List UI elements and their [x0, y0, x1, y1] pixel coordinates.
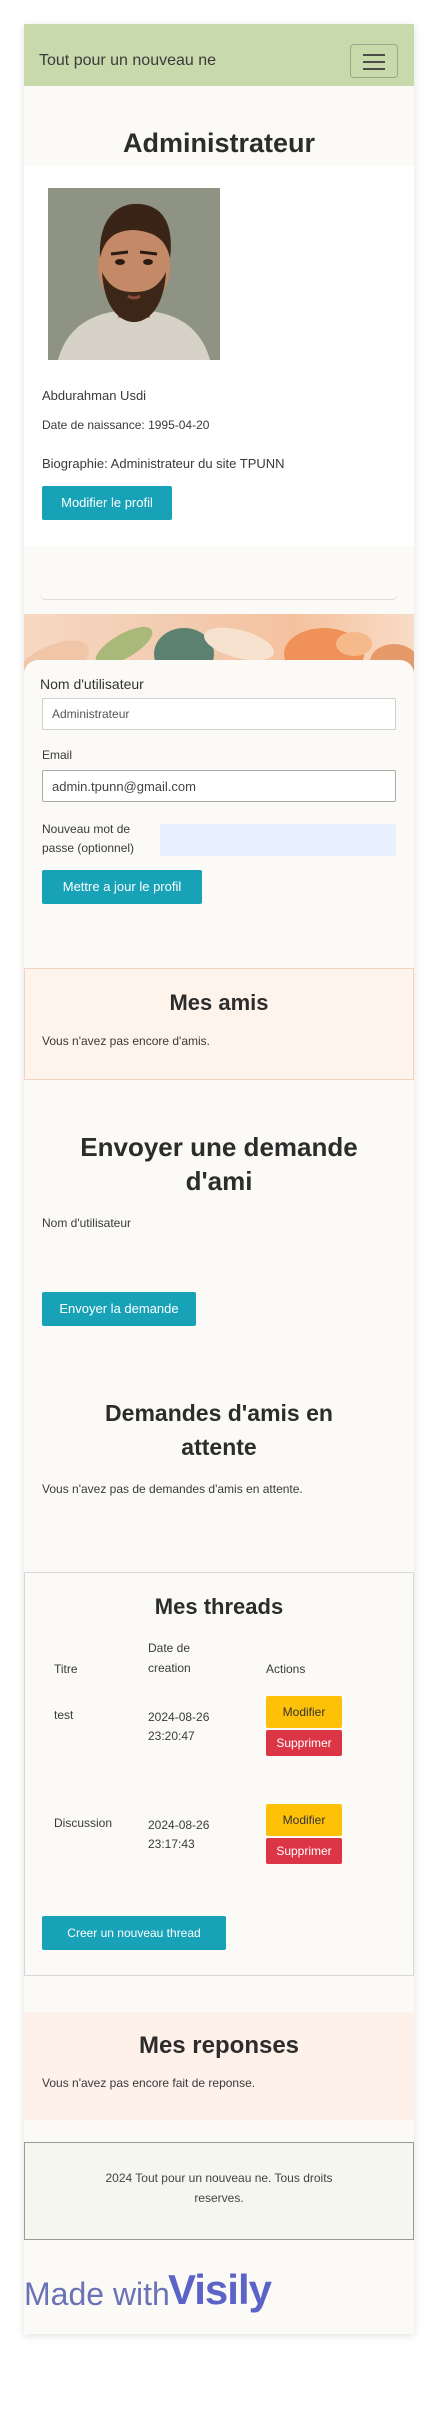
thread-row-date: 2024-08-26 23:17:43	[148, 1816, 209, 1854]
replies-empty-message: Vous n'avez pas encore fait de reponse.	[42, 2076, 256, 2090]
column-header-date: Date de creation	[148, 1638, 191, 1678]
pending-title-line-1: Demandes d'amis en	[105, 1400, 333, 1426]
avatar	[48, 188, 220, 360]
username-input[interactable]: Administrateur	[42, 698, 396, 730]
column-header-date-line-2: creation	[148, 1661, 191, 1675]
send-request-button[interactable]: Envoyer la demande	[42, 1292, 196, 1326]
send-request-title-line-2: d'ami	[185, 1166, 253, 1196]
threads-title: Mes threads	[154, 1594, 284, 1619]
password-label: Nouveau mot de passe (optionnel)	[42, 820, 134, 858]
pending-requests-title: Demandes d'amis en attente	[24, 1396, 414, 1464]
password-label-line-1: Nouveau mot de	[42, 822, 131, 836]
thread-row-date: 2024-08-26 23:20:47	[148, 1708, 209, 1746]
navbar: Tout pour un nouveau ne	[24, 24, 414, 86]
username-label: Nom d'utilisateur	[40, 676, 144, 692]
friends-title: Mes amis	[169, 990, 269, 1015]
update-profile-button[interactable]: Mettre a jour le profil	[42, 870, 202, 904]
replies-title: Mes reponses	[138, 2032, 300, 2059]
send-request-title-line-1: Envoyer une demande	[80, 1132, 358, 1162]
column-header-date-line-1: Date de	[148, 1641, 191, 1655]
thread-row-time-value: 23:20:47	[148, 1729, 195, 1743]
thread-row-title[interactable]: test	[54, 1708, 73, 1722]
profile-biography: Biographie: Administrateur du site TPUNN	[42, 456, 285, 471]
visily-logo: Visily	[168, 2266, 272, 2313]
email-input[interactable]: admin.tpunn@gmail.com	[42, 770, 396, 802]
thread-row-date-value: 2024-08-26	[148, 1818, 210, 1832]
thread-row-time-value: 23:17:43	[148, 1837, 195, 1851]
delete-thread-button[interactable]: Supprimer	[266, 1838, 342, 1864]
password-label-line-2: passe (optionnel)	[42, 841, 135, 855]
thread-row-title[interactable]: Discussion	[54, 1816, 112, 1830]
footer-copyright-line-2: reserves.	[194, 2191, 244, 2205]
footer-copyright-line-1: 2024 Tout pour un nouveau ne. Tous droit…	[105, 2171, 333, 2185]
edit-thread-button[interactable]: Modifier	[266, 1696, 342, 1728]
avatar-portrait-image	[48, 188, 220, 360]
replies-section	[24, 2012, 414, 2120]
new-thread-button[interactable]: Creer un nouveau thread	[42, 1916, 226, 1950]
divider	[40, 592, 398, 600]
friend-username-label: Nom d'utilisateur	[42, 1216, 131, 1230]
made-with-label: Made with	[24, 2276, 170, 2312]
password-input[interactable]	[160, 824, 396, 856]
hamburger-icon-bar	[363, 61, 385, 63]
column-header-title: Titre	[54, 1662, 78, 1676]
hamburger-icon-bar	[363, 68, 385, 70]
hamburger-icon-bar	[363, 54, 385, 56]
friend-username-input[interactable]	[42, 1238, 396, 1268]
friends-section	[24, 968, 414, 1080]
column-header-actions: Actions	[266, 1662, 306, 1676]
footer-text: 2024 Tout pour un nouveau ne. Tous droit…	[24, 2168, 414, 2208]
pending-title-line-2: attente	[181, 1434, 257, 1460]
brand-link[interactable]: Tout pour un nouveau ne	[39, 52, 216, 70]
profile-title: Administrateur	[122, 128, 316, 158]
profile-birth-date: Date de naissance: 1995-04-20	[42, 418, 210, 432]
edit-thread-button[interactable]: Modifier	[266, 1804, 342, 1836]
email-label: Email	[42, 748, 73, 762]
send-request-title: Envoyer une demande d'ami	[24, 1130, 414, 1198]
page-container: Tout pour un nouveau ne Administrateur A…	[24, 24, 414, 2334]
thread-row-date-value: 2024-08-26	[148, 1710, 210, 1724]
friends-empty-message: Vous n'avez pas encore d'amis.	[42, 1034, 211, 1048]
menu-toggle-button[interactable]	[350, 44, 398, 78]
profile-name: Abdurahman Usdi	[42, 388, 147, 403]
pending-empty-message: Vous n'avez pas de demandes d'amis en at…	[42, 1482, 303, 1496]
delete-thread-button[interactable]: Supprimer	[266, 1730, 342, 1756]
edit-profile-button[interactable]: Modifier le profil	[42, 486, 172, 520]
